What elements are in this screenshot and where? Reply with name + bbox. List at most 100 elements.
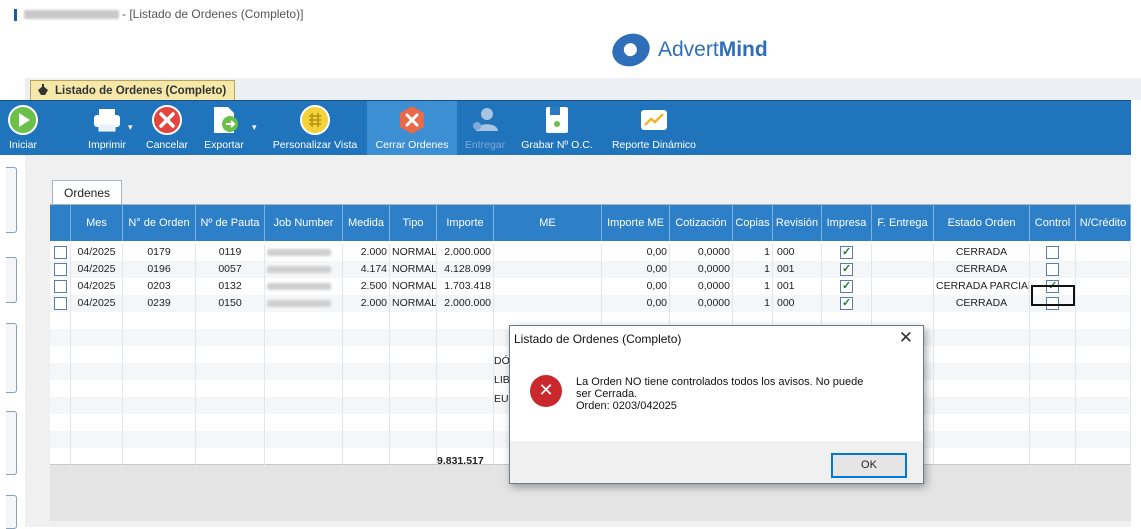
export-icon <box>214 107 238 133</box>
empty-cell <box>1076 431 1131 448</box>
impresa-checkbox[interactable] <box>840 278 853 295</box>
total-importe: 9.831.517 <box>437 455 484 467</box>
entregar-button[interactable]: Entregar <box>459 101 511 155</box>
empty-cell <box>123 312 196 329</box>
mes-cell: 04/2025 <box>71 244 123 261</box>
row-select-cell <box>50 261 71 278</box>
empty-cell <box>1076 448 1131 465</box>
ribbon-toolbar: Iniciar Imprimir ▾ Cancelar Exportar ▾ P… <box>0 100 1131 155</box>
empty-cell <box>71 363 123 380</box>
impresa-checkbox[interactable] <box>840 295 853 312</box>
column-header[interactable]: Nº de Pauta <box>196 205 265 241</box>
column-header[interactable]: Importe ME <box>602 205 670 241</box>
cancelar-label: Cancelar <box>145 139 189 151</box>
column-header[interactable]: Cotización <box>670 205 733 241</box>
medida-cell: 2.000 <box>343 244 390 261</box>
close-orders-icon <box>400 106 424 134</box>
empty-cell <box>265 312 343 329</box>
ok-button[interactable]: OK <box>831 453 907 478</box>
dialog-close-icon[interactable]: ✕ <box>899 328 913 348</box>
cotizacion-cell: 0,0000 <box>670 295 733 312</box>
credito-cell <box>1076 244 1131 261</box>
importe-cell: 2.000.000 <box>437 295 494 312</box>
tab-icon <box>38 84 48 95</box>
column-header[interactable]: F. Entrega <box>872 205 934 241</box>
side-tab-2[interactable] <box>6 257 17 303</box>
empty-cell <box>934 397 1030 414</box>
column-header[interactable]: Mes <box>71 205 123 241</box>
revision-cell: 000 <box>773 244 822 261</box>
empty-cell <box>1076 380 1131 397</box>
column-header[interactable]: Tipo <box>390 205 437 241</box>
empty-cell <box>1030 363 1076 380</box>
empty-cell <box>437 397 494 414</box>
column-header[interactable]: Revisión <box>773 205 822 241</box>
header-select[interactable] <box>50 205 71 241</box>
empty-cell <box>123 431 196 448</box>
column-header[interactable]: N/Crédito <box>1076 205 1131 241</box>
tab-ordenes[interactable]: Ordenes <box>52 180 122 205</box>
personalizar-vista-button[interactable]: Personalizar Vista <box>266 101 364 155</box>
row-select-checkbox[interactable] <box>53 279 67 293</box>
empty-cell <box>71 312 123 329</box>
entrega-cell <box>872 295 934 312</box>
empty-cell <box>265 363 343 380</box>
redacted-app-name <box>24 10 119 19</box>
entrega-cell <box>872 278 934 295</box>
credito-cell <box>1076 261 1131 278</box>
imprimir-label: Imprimir <box>88 139 126 151</box>
printer-icon <box>94 109 120 132</box>
column-header[interactable]: Impresa <box>822 205 872 241</box>
exportar-button[interactable]: Exportar <box>197 101 251 155</box>
tipo-cell: NORMAL <box>390 278 437 295</box>
column-header[interactable]: ME <box>494 205 602 241</box>
empty-cell <box>1076 329 1131 346</box>
control-checkbox[interactable] <box>1046 245 1059 259</box>
side-tab-5[interactable] <box>6 495 17 529</box>
job-number-cell <box>265 295 343 312</box>
reporte-dinamico-button[interactable]: Reporte Dinámico <box>606 101 702 155</box>
pauta-cell: 0132 <box>196 278 265 295</box>
empty-cell <box>343 329 390 346</box>
mes-cell: 04/2025 <box>71 278 123 295</box>
column-header[interactable]: Control <box>1030 205 1076 241</box>
column-header[interactable]: Estado Orden <box>934 205 1030 241</box>
cerrar-ordenes-label: Cerrar Ordenes <box>375 139 449 151</box>
empty-cell <box>390 329 437 346</box>
column-header[interactable]: Copias <box>733 205 773 241</box>
revision-cell: 000 <box>773 295 822 312</box>
exportar-dropdown-icon[interactable]: ▾ <box>252 123 257 133</box>
control-checkbox[interactable] <box>1046 262 1059 276</box>
side-tab-4[interactable] <box>6 411 17 475</box>
redacted-job-number <box>267 299 331 307</box>
grabar-oc-button[interactable]: Grabar Nº O.C. <box>517 101 597 155</box>
copias-cell: 1 <box>733 278 773 295</box>
imprimir-dropdown-icon[interactable]: ▾ <box>128 123 133 133</box>
importe_me-cell: 0,00 <box>602 261 670 278</box>
empty-cell <box>265 397 343 414</box>
column-header[interactable]: Importe <box>437 205 494 241</box>
cotizacion-cell: 0,0000 <box>670 261 733 278</box>
column-header[interactable]: Job Number <box>265 205 343 241</box>
document-tab[interactable]: Listado de Ordenes (Completo) <box>30 80 236 101</box>
impresa-checkbox[interactable] <box>840 244 853 261</box>
side-tab-3[interactable] <box>6 323 17 393</box>
row-select-checkbox[interactable] <box>53 262 67 276</box>
empty-cell <box>343 431 390 448</box>
estado-cell: CERRADA <box>934 295 1030 312</box>
row-select-checkbox[interactable] <box>53 245 67 259</box>
empty-cell <box>71 414 123 431</box>
iniciar-button[interactable]: Iniciar <box>0 101 46 155</box>
reporte-dinamico-label: Reporte Dinámico <box>611 139 697 151</box>
cancelar-button[interactable]: Cancelar <box>143 101 191 155</box>
job-number-cell <box>265 244 343 261</box>
empty-cell <box>437 346 494 363</box>
column-header[interactable]: Medida <box>343 205 390 241</box>
job-number-cell <box>265 278 343 295</box>
cerrar-ordenes-button[interactable]: Cerrar Ordenes <box>367 101 457 155</box>
pauta-cell: 0119 <box>196 244 265 261</box>
column-header[interactable]: N° de Orden <box>123 205 196 241</box>
side-tab-1[interactable] <box>6 167 17 233</box>
impresa-checkbox[interactable] <box>840 261 853 278</box>
row-select-checkbox[interactable] <box>53 296 67 310</box>
